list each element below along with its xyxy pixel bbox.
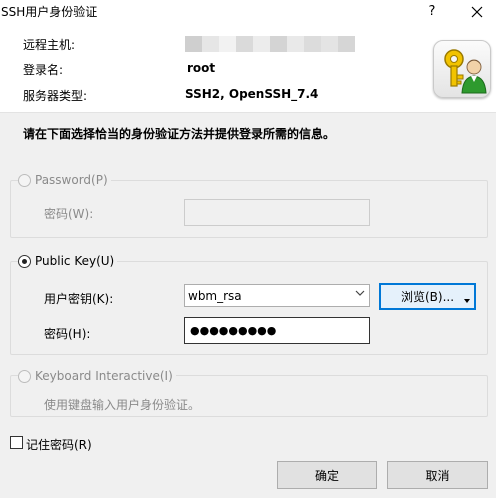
login-value: root bbox=[187, 61, 216, 75]
keyboard-interactive-radio-label: Keyboard Interactive(I) bbox=[35, 369, 173, 383]
instruction-text: 请在下面选择恰当的身份验证方法并提供登录所需的信息。 bbox=[23, 127, 336, 141]
user-key-select-value: wbm_rsa bbox=[188, 288, 242, 303]
user-key-select[interactable]: wbm_rsa bbox=[184, 284, 370, 307]
dropdown-arrow-icon bbox=[464, 292, 470, 306]
cancel-button[interactable]: 取消 bbox=[387, 461, 488, 489]
login-label: 登录名: bbox=[23, 63, 64, 77]
remote-host-label: 远程主机: bbox=[23, 38, 76, 52]
password-field-label: 密码(W): bbox=[44, 207, 94, 221]
password-radio-label: Password(P) bbox=[35, 173, 108, 187]
public-key-radio-option[interactable]: Public Key(U) bbox=[18, 254, 118, 268]
user-key-label: 用户密钥(K): bbox=[44, 292, 114, 306]
server-type-value: SSH2, OpenSSH_7.4 bbox=[185, 87, 319, 101]
password-radio-option[interactable]: Password(P) bbox=[18, 173, 111, 187]
public-key-radio-label: Public Key(U) bbox=[35, 254, 115, 268]
keyboard-interactive-description: 使用键盘输入用户身份验证。 bbox=[44, 398, 201, 412]
ok-button[interactable]: 确定 bbox=[277, 461, 377, 489]
close-icon bbox=[471, 6, 483, 18]
keyboard-interactive-radio[interactable] bbox=[18, 369, 31, 383]
close-button[interactable] bbox=[462, 0, 492, 24]
ok-button-label: 确定 bbox=[314, 468, 339, 483]
public-key-radio[interactable] bbox=[18, 254, 31, 268]
browse-button-label: 浏览(B)... bbox=[400, 290, 455, 304]
cancel-button-label: 取消 bbox=[425, 468, 450, 483]
password-input[interactable] bbox=[184, 199, 370, 226]
passphrase-label: 密码(H): bbox=[44, 327, 91, 341]
help-button[interactable]: ? bbox=[420, 0, 444, 24]
passphrase-input[interactable]: ●●●●●●●●● bbox=[184, 317, 370, 344]
remember-password-checkbox[interactable] bbox=[10, 436, 23, 449]
key-user-icon bbox=[433, 40, 491, 98]
remote-host-value-redacted bbox=[185, 36, 355, 52]
keyboard-interactive-radio-option[interactable]: Keyboard Interactive(I) bbox=[18, 369, 176, 383]
passphrase-masked-value: ●●●●●●●●● bbox=[190, 324, 277, 337]
password-radio[interactable] bbox=[18, 173, 31, 187]
remember-password-label[interactable]: 记住密码(R) bbox=[26, 436, 92, 453]
title-bar: SSH用户身份验证 ? bbox=[0, 0, 496, 24]
window-title: SSH用户身份验证 bbox=[1, 5, 98, 19]
chevron-down-icon bbox=[355, 288, 365, 298]
server-type-label: 服务器类型: bbox=[23, 89, 88, 103]
browse-button[interactable]: 浏览(B)... bbox=[379, 283, 476, 310]
